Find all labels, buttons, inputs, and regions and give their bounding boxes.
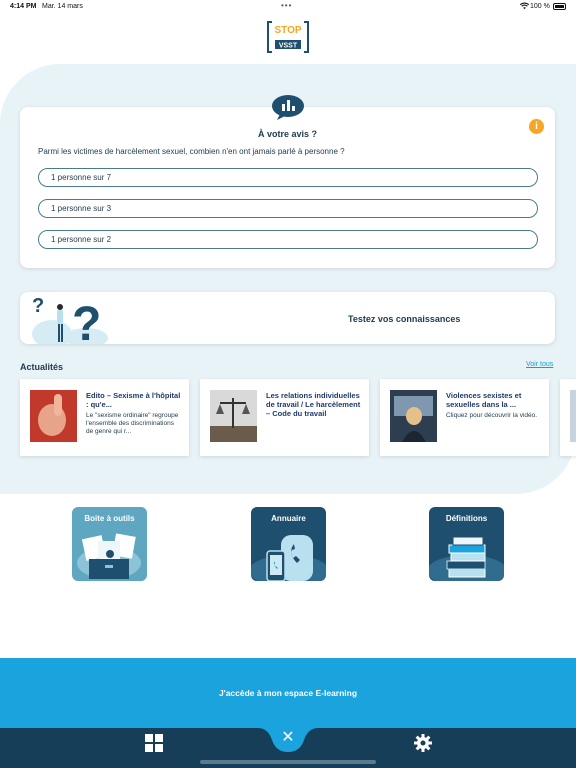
news-header: Actualités <box>20 362 64 372</box>
news-card[interactable]: Violences sexistes et sexuelles dans la … <box>380 379 549 456</box>
news-description: Cliquez pour découvrir la vidéo. <box>446 412 538 419</box>
quiz-label: Testez vos connaissances <box>348 314 461 324</box>
news-card[interactable]: Les relations individuelles de travail /… <box>200 379 369 456</box>
poll-card: i À votre avis ? Parmi les victimes de h… <box>20 95 555 268</box>
gear-icon[interactable] <box>414 734 432 752</box>
quiz-illustration: ? ? <box>32 295 108 344</box>
svg-text:?: ? <box>32 295 44 317</box>
news-title: Violences sexistes et sexuelles dans la … <box>446 391 522 409</box>
multitasking-dots[interactable]: ••• <box>281 1 292 10</box>
battery-percent: 100 % <box>530 3 550 10</box>
news-thumbnail <box>390 390 437 442</box>
stop-vsst-logo: STOP VSST <box>267 21 309 53</box>
news-thumbnail <box>30 390 77 442</box>
elearning-label: J'accède à mon espace E-learning <box>218 688 358 698</box>
quiz-card[interactable]: ? ? Testez vos connaissances <box>20 292 555 344</box>
poll-question: Parmi les victimes de harcèlement sexuel… <box>38 147 345 156</box>
news-title: Les relations individuelles de travail /… <box>266 391 361 418</box>
battery-icon <box>553 3 566 10</box>
directory-tile[interactable]: Annuaire <box>251 507 326 581</box>
wifi-icon <box>520 2 529 10</box>
svg-text:?: ? <box>72 298 101 344</box>
elearning-banner[interactable]: J'accède à mon espace E-learning <box>0 658 576 728</box>
news-thumbnail <box>210 390 257 442</box>
logo-top-text: STOP <box>274 25 301 36</box>
close-icon[interactable]: ✕ <box>268 727 308 749</box>
poll-option-2[interactable]: 1 personne sur 3 <box>38 199 538 218</box>
news-card[interactable]: Edito – Sexisme à l'hôpital : qu'e... Le… <box>20 379 189 456</box>
home-indicator <box>200 760 376 764</box>
status-bar: 4:14 PM Mar. 14 mars ••• 100 % <box>0 0 576 14</box>
definitions-label: Définitions <box>445 514 488 523</box>
news-description: Le "sexisme ordinaire" regroupe l'ensemb… <box>86 412 179 435</box>
news-title: Edito – Sexisme à l'hôpital : qu'e... <box>86 391 181 409</box>
toolbox-tile[interactable]: Boite à outils <box>72 507 147 581</box>
directory-label: Annuaire <box>271 514 306 523</box>
news-thumbnail <box>570 390 576 442</box>
see-all-link[interactable]: Voir tous <box>526 361 553 368</box>
poll-title: À votre avis ? <box>257 129 318 139</box>
grid-icon[interactable] <box>145 734 163 752</box>
status-time: 4:14 PM <box>10 3 37 10</box>
definitions-tile[interactable]: Définitions <box>429 507 504 581</box>
poll-option-1[interactable]: 1 personne sur 7 <box>38 168 538 187</box>
logo-bottom-text: VSST <box>279 43 298 50</box>
chart-bubble-icon <box>272 95 304 120</box>
toolbox-label: Boite à outils <box>84 514 135 523</box>
status-date: Mar. 14 mars <box>42 3 83 10</box>
poll-option-3[interactable]: 1 personne sur 2 <box>38 230 538 249</box>
news-card-partial[interactable] <box>560 379 576 456</box>
